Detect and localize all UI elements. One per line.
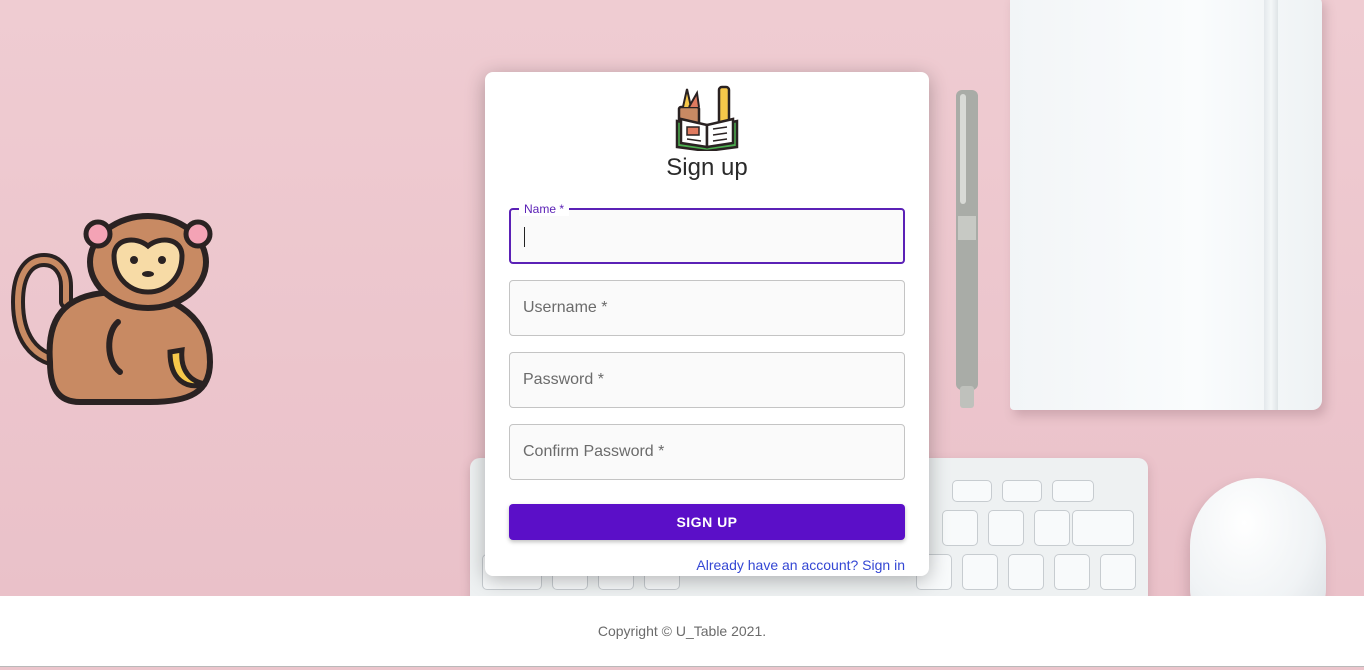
footer: Copyright © U_Table 2021. [0,596,1364,667]
name-field[interactable]: Name * [509,202,905,264]
signin-link[interactable]: Already have an account? Sign in [696,557,905,573]
password-field[interactable]: Password * [509,352,905,408]
confirm-password-input[interactable] [510,425,904,479]
password-input[interactable] [510,353,904,407]
mouse-decoration [1190,478,1326,596]
page-title: Sign up [666,154,748,181]
username-input[interactable] [510,281,904,335]
monkey-icon [10,213,214,405]
notebook-decoration [1010,0,1322,410]
signup-card: Sign up Name * Username * Password * Con… [485,72,929,576]
books-pencil-icon [675,85,739,151]
copyright-text: Copyright © U_Table 2021. [597,623,767,639]
pen-decoration [956,90,978,408]
username-field[interactable]: Username * [509,280,905,336]
name-input[interactable] [511,210,903,262]
confirm-password-field[interactable]: Confirm Password * [509,424,905,480]
signup-button[interactable]: SIGN UP [509,504,905,540]
